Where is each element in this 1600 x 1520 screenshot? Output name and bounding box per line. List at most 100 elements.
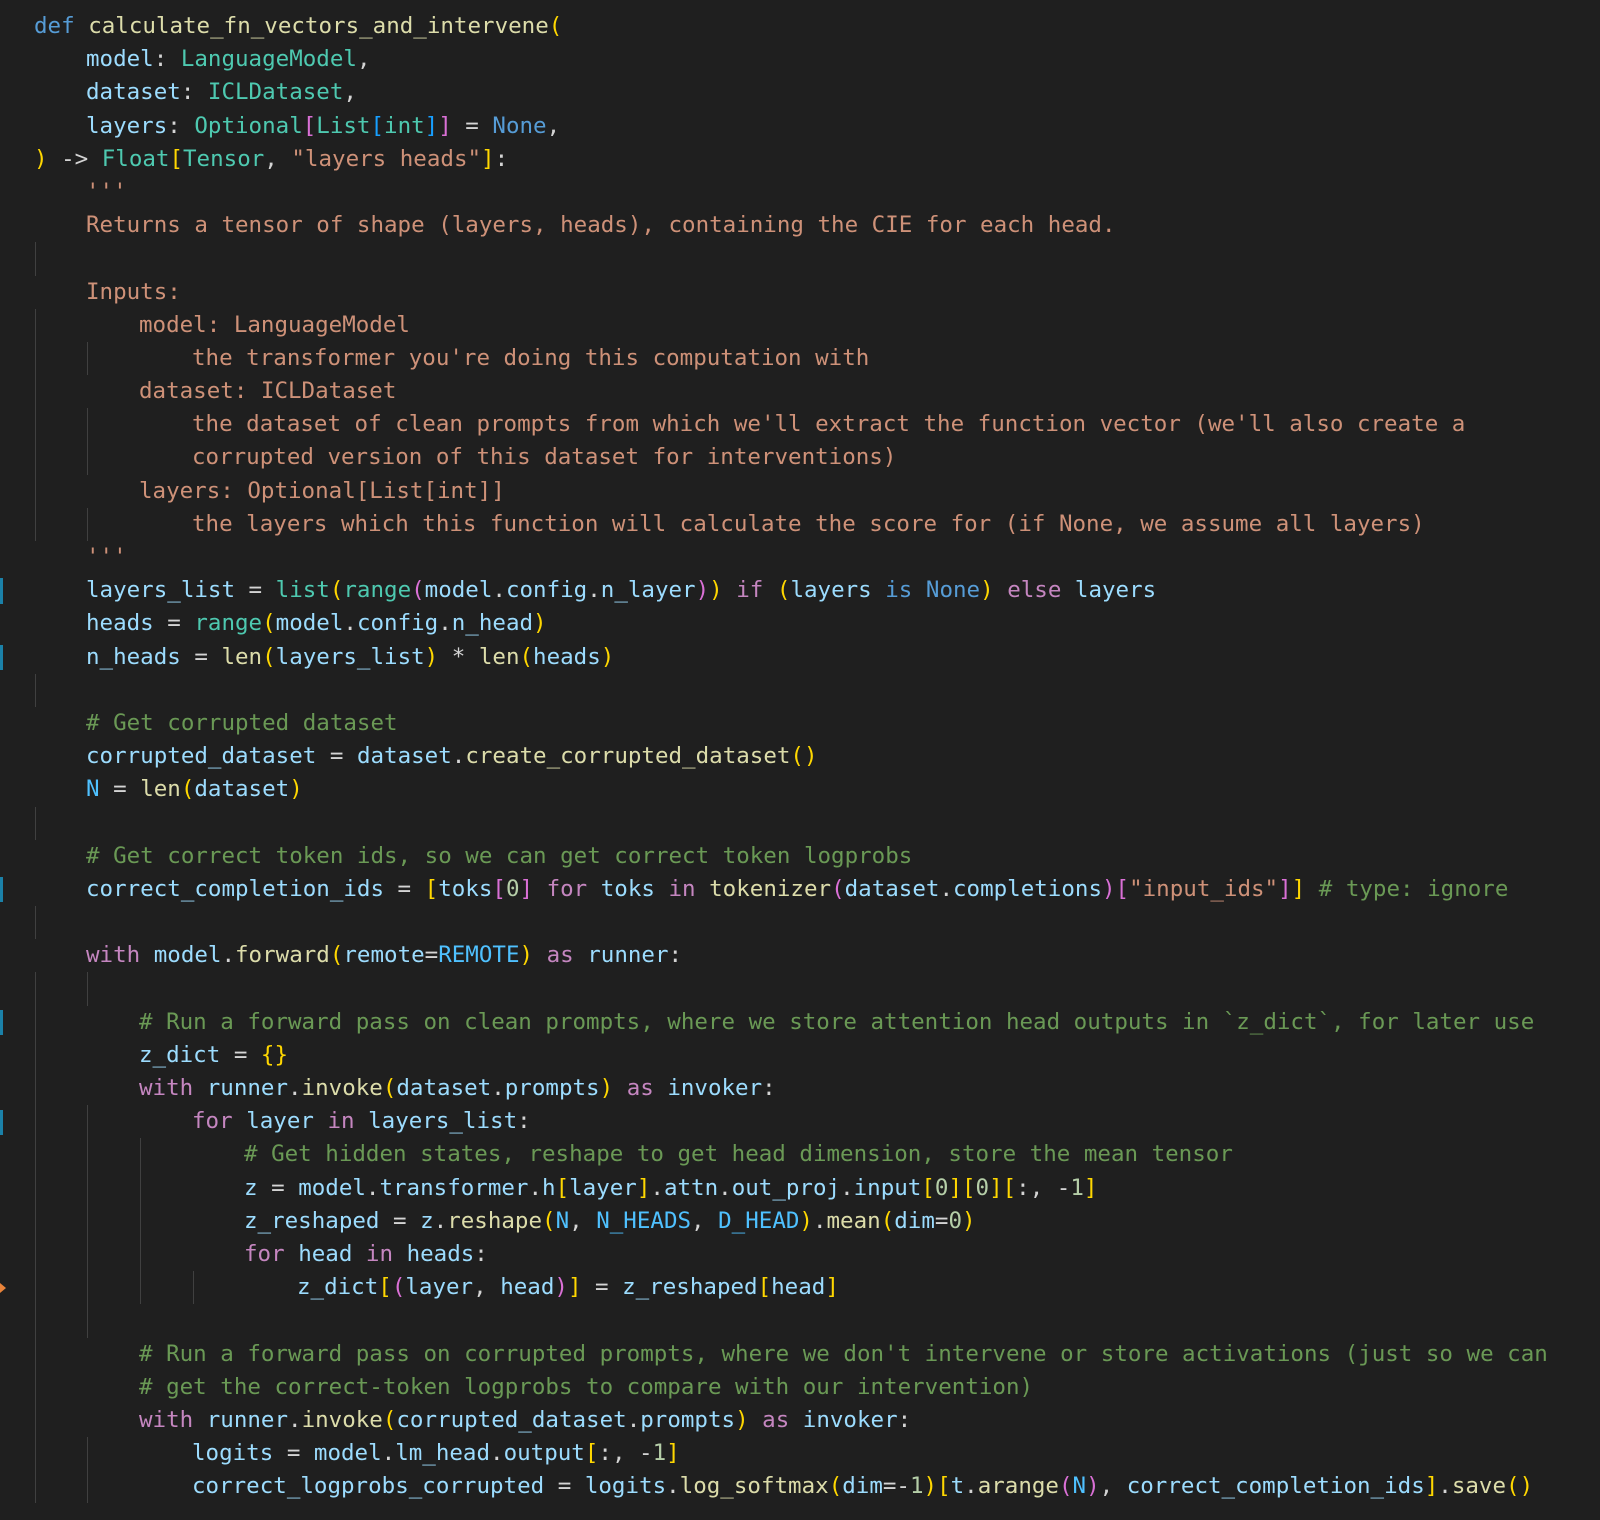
- code-token: }: [274, 1041, 289, 1068]
- code-line[interactable]: layers_list = list(range(model.config.n_…: [0, 574, 1600, 607]
- code-line-content: ) -> Float[Tensor, "layers heads"]:: [34, 143, 508, 176]
- code-line[interactable]: logits = model.lm_head.output[:, -1]: [0, 1437, 1600, 1471]
- code-line[interactable]: [0, 1304, 1600, 1338]
- indent-guide: [140, 1237, 141, 1272]
- code-token: 0: [948, 1207, 962, 1234]
- indent-guide: [35, 1138, 36, 1172]
- code-token: heads: [406, 1240, 475, 1267]
- code-line-content: # get the correct-token logprobs to comp…: [139, 1371, 1033, 1404]
- code-line[interactable]: dataset: ICLDataset: [0, 375, 1600, 409]
- code-line[interactable]: corrupted version of this dataset for in…: [0, 441, 1600, 475]
- code-token: dataset: ICLDataset: [139, 378, 397, 405]
- code-token: layers: Optional[List[int]]: [139, 477, 505, 504]
- code-line[interactable]: layers: Optional[List[int]]: [0, 474, 1600, 508]
- code-line[interactable]: n_heads = len(layers_list) * len(heads): [0, 641, 1600, 674]
- code-line[interactable]: model: LanguageModel: [0, 308, 1600, 342]
- code-line[interactable]: the transformer you're doing this comput…: [0, 341, 1600, 376]
- code-token: ): [289, 776, 303, 803]
- code-line[interactable]: # Run a forward pass on corrupted prompt…: [0, 1337, 1600, 1371]
- code-area[interactable]: def calculate_fn_vectors_and_intervene(m…: [0, 10, 1600, 1504]
- code-token: for: [244, 1240, 285, 1267]
- indent-guide: [35, 1038, 36, 1072]
- code-line[interactable]: # get the correct-token logprobs to comp…: [0, 1370, 1600, 1404]
- code-token: ]: [424, 112, 439, 139]
- code-token: ]: [948, 1174, 962, 1201]
- code-token: .: [381, 1440, 396, 1467]
- code-line[interactable]: heads = range(model.config.n_head): [0, 607, 1600, 640]
- code-token: ]: [438, 112, 452, 139]
- code-line-content: N = len(dataset): [86, 773, 303, 806]
- code-line[interactable]: z_reshaped = z.reshape(N, N_HEADS, D_HEA…: [0, 1204, 1600, 1238]
- code-line[interactable]: model: LanguageModel,: [0, 43, 1600, 76]
- code-token: heads: [86, 610, 154, 637]
- code-line[interactable]: [0, 906, 1600, 940]
- code-token: (: [391, 1274, 406, 1301]
- code-token: (: [831, 875, 845, 902]
- code-token: 1: [909, 1473, 924, 1500]
- code-line[interactable]: corrupted_dataset = dataset.create_corru…: [0, 740, 1600, 773]
- code-line[interactable]: # Get correct token ids, so we can get c…: [0, 840, 1600, 873]
- code-line[interactable]: N = len(dataset): [0, 773, 1600, 806]
- code-line[interactable]: the dataset of clean prompts from which …: [0, 408, 1600, 442]
- code-line[interactable]: ''': [0, 541, 1600, 574]
- code-line[interactable]: [0, 806, 1600, 840]
- code-token: [: [937, 1473, 951, 1500]
- code-token: the layers which this function will calc…: [192, 510, 1425, 537]
- indent-guide: [35, 408, 36, 442]
- code-token: None: [492, 112, 547, 139]
- code-token: ,: [569, 1207, 597, 1234]
- code-line[interactable]: # Run a forward pass on clean prompts, w…: [0, 1005, 1600, 1039]
- code-line[interactable]: [0, 673, 1600, 707]
- code-line[interactable]: for head in heads:: [0, 1237, 1600, 1272]
- code-token: the transformer you're doing this comput…: [192, 344, 870, 371]
- code-line-content: dataset: ICLDataset,: [86, 76, 357, 109]
- code-token: (: [1058, 1473, 1073, 1500]
- code-token: layers: [790, 577, 872, 604]
- code-line[interactable]: Returns a tensor of shape (layers, heads…: [0, 209, 1600, 242]
- indent-guide: [35, 441, 36, 475]
- code-token: ): [803, 743, 818, 770]
- code-line[interactable]: the layers which this function will calc…: [0, 507, 1600, 541]
- code-line[interactable]: ''': [0, 176, 1600, 209]
- code-token: [: [555, 1174, 570, 1201]
- code-line[interactable]: [0, 972, 1600, 1006]
- code-line[interactable]: dataset: ICLDataset,: [0, 76, 1600, 109]
- code-line[interactable]: def calculate_fn_vectors_and_intervene(: [0, 10, 1600, 43]
- code-token: dataset: [396, 1075, 492, 1101]
- code-line[interactable]: Inputs:: [0, 276, 1600, 309]
- code-line[interactable]: # Get corrupted dataset: [0, 707, 1600, 740]
- code-token: .: [433, 1207, 448, 1234]
- code-token: :: [668, 942, 683, 969]
- code-token: [: [584, 1440, 599, 1467]
- code-line[interactable]: for layer in layers_list:: [0, 1105, 1600, 1139]
- code-token: as: [626, 1075, 654, 1101]
- code-line[interactable]: [0, 242, 1600, 276]
- code-line[interactable]: correct_logprobs_corrupted = logits.log_…: [0, 1470, 1600, 1504]
- code-line[interactable]: z = model.transformer.h[layer].attn.out_…: [0, 1171, 1600, 1205]
- code-token: ]: [481, 145, 495, 172]
- indent-guide: [35, 806, 36, 840]
- code-line[interactable]: layers: Optional[List[int]] = None,: [0, 110, 1600, 143]
- code-token: z_dict: [297, 1274, 379, 1301]
- code-line[interactable]: with runner.invoke(dataset.prompts) as i…: [0, 1072, 1600, 1106]
- code-line[interactable]: correct_completion_ids = [toks[0] for to…: [0, 873, 1600, 906]
- code-token: [: [424, 875, 439, 902]
- code-token: [: [1002, 1174, 1017, 1201]
- code-line[interactable]: z_dict = {}: [0, 1038, 1600, 1072]
- code-editor[interactable]: def calculate_fn_vectors_and_intervene(m…: [0, 0, 1600, 1520]
- code-line[interactable]: with runner.invoke(corrupted_dataset.pro…: [0, 1403, 1600, 1438]
- code-token: .: [491, 1075, 505, 1101]
- code-line[interactable]: z_dict[(layer, head)] = z_reshaped[head]: [0, 1271, 1600, 1305]
- code-token: .: [451, 743, 466, 770]
- code-token: [: [757, 1274, 772, 1301]
- code-line[interactable]: # Get hidden states, reshape to get head…: [0, 1138, 1600, 1172]
- code-line[interactable]: with model.forward(remote=REMOTE) as run…: [0, 939, 1600, 972]
- code-line[interactable]: ) -> Float[Tensor, "layers heads"]:: [0, 143, 1600, 176]
- code-token: in: [365, 1240, 394, 1267]
- code-token: .: [365, 1174, 380, 1201]
- code-token: .: [492, 577, 506, 604]
